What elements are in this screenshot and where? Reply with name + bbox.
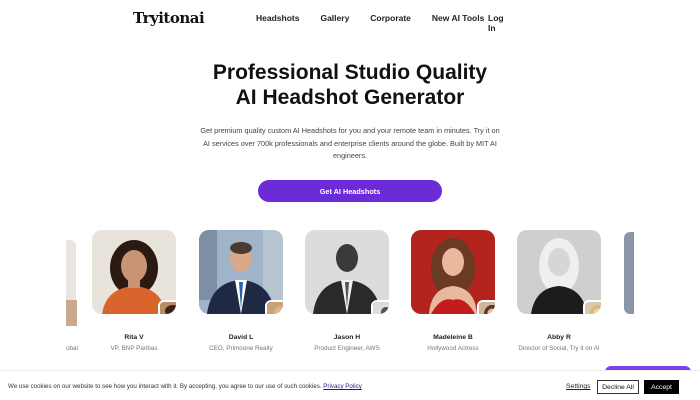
person-name: Abby R <box>547 334 571 341</box>
hero-subtitle: Get premium quality custom AI Headshots … <box>200 126 500 160</box>
headshot-card[interactable]: Abby R Director of Social, Try it on AI <box>517 230 601 352</box>
person-role: Director of Social, Try it on AI <box>518 345 600 352</box>
decline-all-button[interactable]: Decline All <box>597 380 639 394</box>
headshot-card[interactable]: Jason H Product Engineer, AWS <box>305 230 389 352</box>
before-photo <box>583 300 601 314</box>
title-line-2: AI Headshot Generator <box>235 86 465 109</box>
login-link[interactable]: Log In <box>488 13 505 33</box>
headshot-photo <box>199 230 283 314</box>
person-name: David L <box>228 334 254 341</box>
headshot-card[interactable]: David L CEO, Primoone Realty <box>199 230 283 352</box>
cookie-message: We use cookies on our website to see how… <box>8 383 322 390</box>
person-role: CEO, Primoone Realty <box>209 345 273 352</box>
top-nav: Tryitonai Headshots Gallery Corporate Ne… <box>0 0 700 38</box>
nav-link-new-ai-tools[interactable]: New AI Tools <box>432 13 484 23</box>
person-name: Jason H <box>333 334 361 341</box>
before-photo <box>371 300 389 314</box>
nav-link-gallery[interactable]: Gallery <box>320 13 349 23</box>
headshot-photo <box>305 230 389 314</box>
title-line-1: Professional Studio Quality <box>212 61 488 84</box>
nav-link-corporate[interactable]: Corporate <box>370 13 411 23</box>
person-name: Madeleine B <box>433 334 473 341</box>
before-photo <box>265 300 283 314</box>
nav-link-headshots[interactable]: Headshots <box>256 13 299 23</box>
get-ai-headshots-button[interactable]: Get AI Headshots <box>258 180 442 202</box>
person-role: Hollywood Actress <box>427 345 479 352</box>
headshot-photo <box>92 230 176 314</box>
headshot-card[interactable]: Madeleine B Hollywood Actress <box>411 230 495 352</box>
headshot-carousel[interactable]: Rita V VP, BNP Paribas David L CEO, Prim… <box>0 230 700 360</box>
page-title: Professional Studio Quality AI Headshot … <box>0 60 700 110</box>
headshot-photo <box>517 230 601 314</box>
headshot-photo <box>411 230 495 314</box>
cookie-text: We use cookies on our website to see how… <box>8 383 362 390</box>
cookie-settings-link[interactable]: Settings <box>566 383 591 390</box>
accept-button[interactable]: Accept <box>644 380 679 394</box>
logo[interactable]: Tryitonai <box>133 9 205 27</box>
person-name: Rita V <box>124 334 144 341</box>
privacy-policy-link[interactable]: Privacy Policy <box>323 383 362 390</box>
before-photo <box>477 300 495 314</box>
headshot-card[interactable]: Rita V VP, BNP Paribas <box>92 230 176 352</box>
person-role: Product Engineer, AWS <box>314 345 380 352</box>
before-photo <box>158 300 176 314</box>
cookie-banner: We use cookies on our website to see how… <box>0 370 700 400</box>
person-role: VP, BNP Paribas <box>110 345 158 352</box>
nav-links: Headshots Gallery Corporate New AI Tools… <box>256 13 505 33</box>
